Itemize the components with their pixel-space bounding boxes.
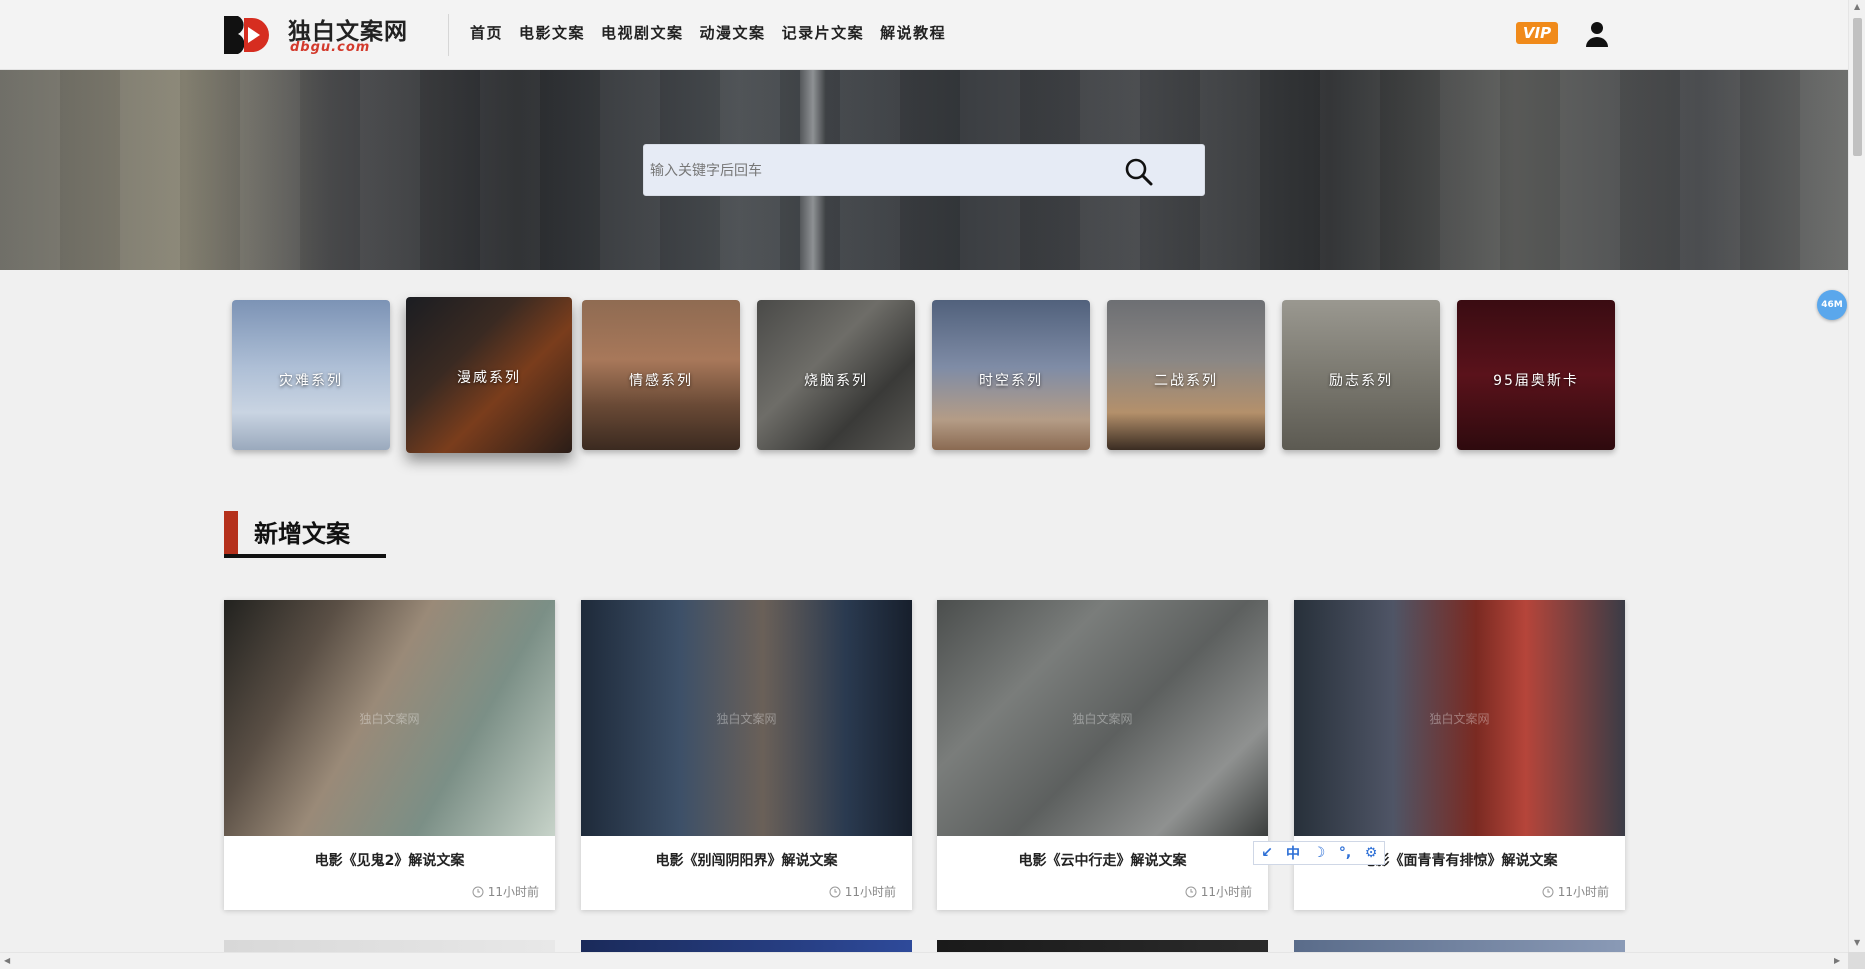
category-label: 灾难系列 bbox=[279, 373, 343, 389]
category-mind[interactable]: 烧脑系列 bbox=[757, 300, 915, 450]
category-label: 烧脑系列 bbox=[804, 373, 868, 389]
category-strip: 灾难系列 漫威系列 情感系列 烧脑系列 时空系列 二战系列 励志系列 95届奥斯… bbox=[232, 297, 1622, 454]
vip-button[interactable]: VIP bbox=[1516, 22, 1558, 44]
main-nav: 首页 电影文案 电视剧文案 动漫文案 记录片文案 解说教程 bbox=[470, 22, 962, 43]
article-thumbnail[interactable]: 独白文案网 bbox=[1294, 600, 1625, 836]
article-thumbnail[interactable]: 独白文案网 bbox=[581, 600, 912, 836]
site-header: 独白文案网 dbgu.com 首页 电影文案 电视剧文案 动漫文案 记录片文案 … bbox=[0, 0, 1848, 70]
thumbnail-watermark: 独白文案网 bbox=[716, 712, 777, 726]
article-time: 11小时前 bbox=[472, 883, 539, 900]
article-time: 11小时前 bbox=[829, 883, 896, 900]
category-marvel[interactable]: 漫威系列 bbox=[406, 297, 572, 453]
article-thumbnail[interactable]: 独白文案网 bbox=[937, 600, 1268, 836]
scroll-left-arrow-icon[interactable]: ◀ bbox=[4, 956, 10, 965]
clock-icon bbox=[1185, 886, 1197, 897]
user-icon[interactable] bbox=[1585, 20, 1609, 48]
clock-icon bbox=[1542, 886, 1554, 897]
scroll-right-arrow-icon[interactable]: ▶ bbox=[1834, 956, 1840, 965]
ime-chinese-mode[interactable]: 中 bbox=[1284, 843, 1302, 863]
thumbnail-watermark: 独白文案网 bbox=[1429, 712, 1490, 726]
thumbnail-watermark: 独白文案网 bbox=[359, 712, 420, 726]
clock-icon bbox=[829, 886, 841, 897]
category-spacetime[interactable]: 时空系列 bbox=[932, 300, 1090, 450]
search-icon[interactable] bbox=[1124, 157, 1154, 187]
nav-item-home[interactable]: 首页 bbox=[470, 22, 503, 43]
article-card[interactable]: 独白文案网 电影《别闯阴阳界》解说文案 11小时前 bbox=[581, 600, 912, 910]
category-inspiration[interactable]: 励志系列 bbox=[1282, 300, 1440, 450]
vertical-scrollbar[interactable]: ▲ ▼ bbox=[1848, 0, 1865, 952]
logo-mark-icon bbox=[224, 16, 269, 54]
horizontal-scrollbar[interactable]: ◀ ▶ bbox=[0, 952, 1848, 969]
article-time: 11小时前 bbox=[1185, 883, 1252, 900]
section-title-underline bbox=[224, 554, 386, 558]
category-ww2[interactable]: 二战系列 bbox=[1107, 300, 1265, 450]
site-logo[interactable]: 独白文案网 dbgu.com bbox=[222, 12, 412, 58]
category-label: 95届奥斯卡 bbox=[1493, 373, 1579, 389]
article-time: 11小时前 bbox=[1542, 883, 1609, 900]
hero-banner bbox=[0, 70, 1848, 270]
floating-memory-badge[interactable]: 46M bbox=[1817, 290, 1847, 320]
category-label: 励志系列 bbox=[1329, 373, 1393, 389]
category-label: 情感系列 bbox=[629, 373, 693, 389]
article-time-text: 11小时前 bbox=[1200, 885, 1252, 899]
nav-item-tutorial[interactable]: 解说教程 bbox=[880, 22, 946, 43]
category-emotion[interactable]: 情感系列 bbox=[582, 300, 740, 450]
article-time-text: 11小时前 bbox=[844, 885, 896, 899]
nav-item-anime[interactable]: 动漫文案 bbox=[700, 22, 766, 43]
scrollbar-corner bbox=[1848, 952, 1865, 969]
article-title[interactable]: 电影《云中行走》解说文案 bbox=[937, 850, 1268, 870]
thumbnail-watermark: 独白文案网 bbox=[1072, 712, 1133, 726]
ime-punctuation-icon[interactable]: °, bbox=[1336, 845, 1354, 861]
category-label: 时空系列 bbox=[979, 373, 1043, 389]
article-thumbnail[interactable]: 独白文案网 bbox=[224, 600, 555, 836]
article-card[interactable]: 独白文案网 电影《云中行走》解说文案 11小时前 bbox=[937, 600, 1268, 910]
nav-item-movie[interactable]: 电影文案 bbox=[519, 22, 585, 43]
article-title[interactable]: 电影《别闯阴阳界》解说文案 bbox=[581, 850, 912, 870]
article-time-text: 11小时前 bbox=[1557, 885, 1609, 899]
ime-switch-icon[interactable]: ↙ bbox=[1258, 845, 1276, 861]
header-divider bbox=[448, 14, 449, 56]
search-input[interactable] bbox=[650, 159, 1120, 183]
category-oscar[interactable]: 95届奥斯卡 bbox=[1457, 300, 1615, 450]
section-title: 新增文案 bbox=[254, 520, 350, 548]
article-time-text: 11小时前 bbox=[487, 885, 539, 899]
scroll-down-arrow-icon[interactable]: ▼ bbox=[1854, 938, 1860, 947]
search-box bbox=[643, 144, 1205, 196]
category-label: 漫威系列 bbox=[457, 370, 521, 386]
nav-item-tv[interactable]: 电视剧文案 bbox=[601, 22, 684, 43]
vertical-scroll-thumb[interactable] bbox=[1853, 18, 1862, 156]
article-card[interactable]: 独白文案网 电影《见鬼2》解说文案 11小时前 bbox=[224, 600, 555, 910]
section-title-accent bbox=[224, 511, 238, 557]
ime-halfwidth-icon[interactable]: ☽ bbox=[1310, 845, 1328, 861]
article-title[interactable]: 电影《见鬼2》解说文案 bbox=[224, 850, 555, 870]
scroll-up-arrow-icon[interactable]: ▲ bbox=[1854, 2, 1860, 11]
clock-icon bbox=[472, 886, 484, 897]
nav-item-documentary[interactable]: 记录片文案 bbox=[782, 22, 865, 43]
ime-settings-icon[interactable]: ⚙ bbox=[1362, 845, 1380, 861]
category-disaster[interactable]: 灾难系列 bbox=[232, 300, 390, 450]
ime-toolbar: ↙ 中 ☽ °, ⚙ bbox=[1253, 841, 1385, 865]
category-label: 二战系列 bbox=[1154, 373, 1218, 389]
logo-domain: dbgu.com bbox=[290, 40, 371, 55]
